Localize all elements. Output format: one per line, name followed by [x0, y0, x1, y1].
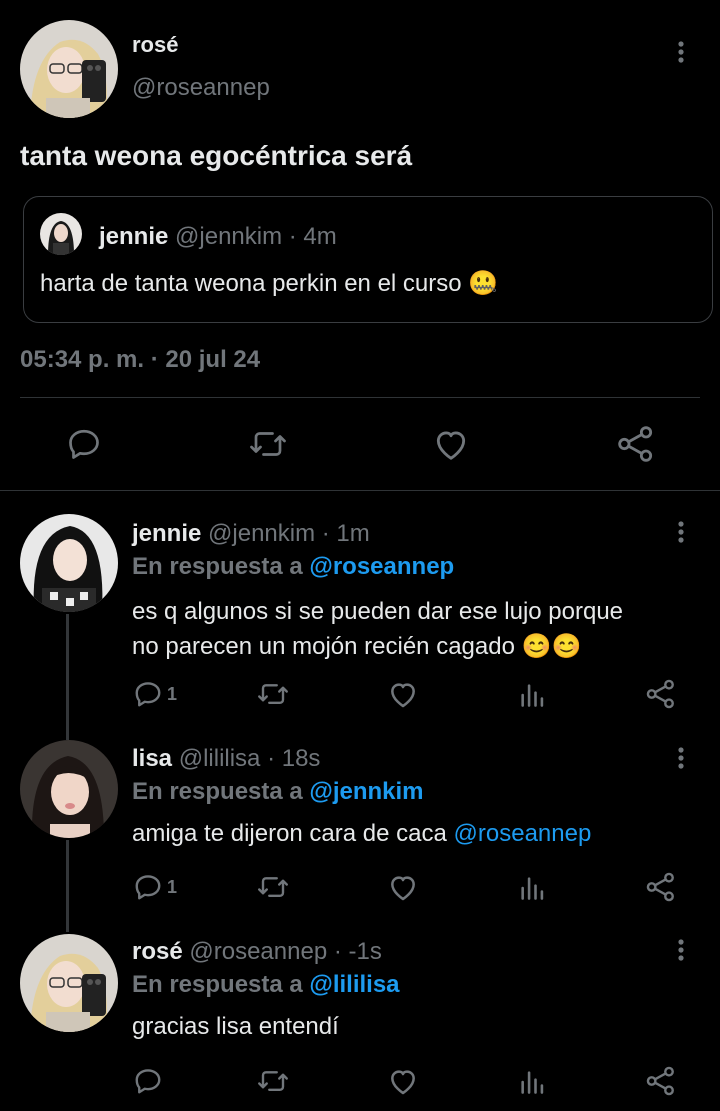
reply-icon	[133, 679, 163, 709]
avatar-lisa[interactable]	[20, 740, 118, 838]
smiling-emoji: 😊😊	[521, 633, 582, 660]
reply-button[interactable]	[133, 1066, 167, 1096]
quote-tweet[interactable]: jennie @jennkim · 4m harta de tanta weon…	[23, 196, 713, 323]
thread-line	[66, 840, 69, 932]
reply-text-line: no parecen un mojón recién cagado	[132, 633, 515, 660]
like-icon[interactable]	[432, 426, 470, 462]
reply-author-name[interactable]: jennie	[132, 520, 201, 547]
reply-count: 1	[167, 683, 178, 704]
analytics-icon[interactable]	[518, 874, 546, 902]
reply-time: · 18s	[267, 745, 321, 772]
analytics-icon[interactable]	[518, 1068, 546, 1096]
reply-author-name[interactable]: rosé	[132, 938, 183, 965]
like-icon[interactable]	[387, 872, 419, 902]
quote-time: · 4m	[288, 223, 337, 250]
reply-to-link[interactable]: @roseannep	[309, 553, 454, 580]
analytics-icon[interactable]	[518, 681, 546, 709]
reply-button[interactable]: 1	[133, 872, 177, 902]
reply-count: 1	[167, 876, 178, 897]
reply-text: es q algunos si se pueden dar ese lujo p…	[132, 594, 623, 664]
avatar-jennie[interactable]	[20, 514, 118, 612]
share-icon[interactable]	[645, 1065, 677, 1097]
quote-author-name: jennie	[99, 223, 169, 250]
divider	[20, 397, 700, 398]
share-icon[interactable]	[616, 424, 656, 464]
quote-text: harta de tanta weona perkin en el curso	[40, 270, 462, 297]
reply-author-handle[interactable]: @jennkim	[208, 520, 315, 547]
thread-line	[66, 614, 69, 740]
avatar-rose[interactable]	[20, 934, 118, 1032]
more-options-icon[interactable]	[666, 517, 696, 547]
reply-author-handle[interactable]: @roseannep	[189, 938, 327, 965]
author-name[interactable]: rosé	[132, 32, 178, 58]
share-icon[interactable]	[645, 871, 677, 903]
more-options-icon[interactable]	[666, 935, 696, 965]
reply-context-label: En respuesta a	[132, 971, 303, 998]
reply-author-handle[interactable]: @lililisa	[179, 745, 261, 772]
reply-icon[interactable]	[66, 426, 102, 462]
avatar-rose[interactable]	[20, 20, 118, 118]
zipper-mouth-emoji: 🤐	[468, 270, 499, 297]
retweet-icon[interactable]	[256, 872, 290, 902]
reply-context-label: En respuesta a	[132, 778, 303, 805]
tweet-timestamp: 05:34 p. m. · 20 jul 24	[20, 346, 261, 373]
share-icon[interactable]	[645, 678, 677, 710]
retweet-icon[interactable]	[256, 679, 290, 709]
avatar-jennie-small	[40, 213, 82, 255]
reply-icon	[133, 1066, 163, 1096]
reply-to-link[interactable]: @jennkim	[309, 778, 423, 805]
tweet-text: tanta weona egocéntrica será	[20, 140, 413, 171]
reply-time: · -1s	[333, 938, 382, 965]
reply-text-line: es q algunos si se pueden dar ese lujo p…	[132, 598, 624, 625]
author-handle[interactable]: @roseannep	[132, 74, 270, 102]
reply-time: · 1m	[321, 520, 370, 547]
retweet-icon[interactable]	[248, 426, 288, 462]
reply-button[interactable]: 1	[133, 679, 177, 709]
reply-context-label: En respuesta a	[132, 553, 303, 580]
retweet-icon[interactable]	[256, 1066, 290, 1096]
like-icon[interactable]	[387, 1066, 419, 1096]
more-options-icon[interactable]	[666, 743, 696, 773]
reply-author-name[interactable]: lisa	[132, 745, 172, 772]
mention-link[interactable]: @roseannep	[454, 820, 592, 847]
reply-text: gracias lisa entendí	[132, 1013, 339, 1040]
quote-author-handle: @jennkim	[175, 223, 283, 250]
reply-to-link[interactable]: @lililisa	[309, 971, 399, 998]
more-options-icon[interactable]	[666, 37, 696, 67]
reply-text: amiga te dijeron cara de caca	[132, 820, 447, 847]
like-icon[interactable]	[387, 679, 419, 709]
reply-icon	[133, 872, 163, 902]
divider	[0, 490, 720, 491]
